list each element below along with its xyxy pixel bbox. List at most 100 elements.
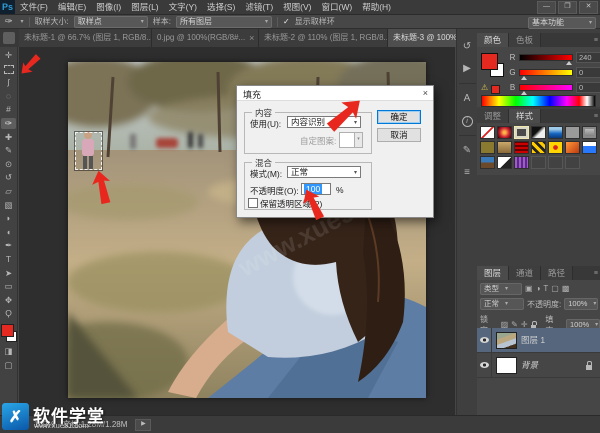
blue-value[interactable]: 0 bbox=[576, 82, 600, 93]
brush-tool[interactable]: ✎ bbox=[1, 145, 16, 156]
blue-slider[interactable] bbox=[519, 84, 573, 91]
gradient-tool[interactable]: ▧ bbox=[1, 200, 16, 211]
style-swatch-empty[interactable] bbox=[548, 156, 563, 169]
path-select-tool[interactable]: ➤ bbox=[1, 268, 16, 279]
layer-name[interactable]: 图层 1 bbox=[521, 334, 545, 346]
crop-tool[interactable]: # bbox=[1, 104, 16, 115]
layer-row-selected[interactable]: 图层 1 bbox=[477, 328, 600, 353]
layer-thumbnail[interactable] bbox=[496, 357, 517, 374]
style-swatch[interactable] bbox=[480, 156, 495, 169]
layer-opacity-dropdown[interactable]: 100%▾ bbox=[564, 298, 598, 310]
color-swatches[interactable] bbox=[1, 324, 17, 342]
gamut-swatch[interactable] bbox=[491, 85, 500, 94]
opacity-input[interactable]: 100 bbox=[301, 183, 331, 195]
menu-edit[interactable]: 编辑(E) bbox=[53, 0, 91, 14]
panel-menu-icon[interactable]: ≡ bbox=[594, 113, 598, 120]
green-value[interactable]: 0 bbox=[576, 67, 600, 78]
checkbox-checked-icon[interactable]: ✓ bbox=[283, 17, 290, 26]
move-tool[interactable]: ✛ bbox=[1, 50, 16, 61]
blend-mode-dropdown[interactable]: 正常▾ bbox=[480, 298, 524, 310]
quick-select-tool[interactable]: ◌ bbox=[1, 91, 16, 102]
document-tab[interactable]: 0.jpg @ 100%(RGB/8#...× bbox=[152, 29, 259, 47]
filter-type-icon[interactable]: T bbox=[543, 284, 548, 294]
style-swatch[interactable] bbox=[548, 141, 563, 154]
style-swatch[interactable] bbox=[514, 156, 529, 169]
info-panel-icon[interactable]: i bbox=[459, 113, 476, 128]
actions-panel-icon[interactable]: ▶ bbox=[459, 61, 476, 76]
mode-dropdown[interactable]: 正常▾ bbox=[287, 166, 361, 178]
zoom-tool[interactable]: Ϙ bbox=[1, 308, 16, 319]
tab-close-icon[interactable]: × bbox=[249, 29, 254, 47]
style-swatch[interactable] bbox=[531, 141, 546, 154]
status-menu-icon[interactable]: ▶ bbox=[135, 419, 151, 431]
menu-help[interactable]: 帮助(H) bbox=[357, 0, 396, 14]
visibility-toggle[interactable] bbox=[477, 353, 492, 377]
visibility-toggle[interactable] bbox=[477, 328, 492, 352]
green-slider[interactable] bbox=[519, 69, 573, 76]
blur-tool[interactable]: ◗ bbox=[1, 213, 16, 224]
workspace-dropdown[interactable]: 基本功能▾ bbox=[528, 17, 596, 29]
foreground-color-swatch[interactable] bbox=[481, 53, 498, 70]
layer-thumbnail[interactable] bbox=[496, 332, 517, 349]
sample-size-dropdown[interactable]: 取样点▾ bbox=[74, 16, 148, 28]
hand-tool[interactable]: ✥ bbox=[1, 295, 16, 306]
style-swatch[interactable] bbox=[582, 141, 597, 154]
maximize-button[interactable]: ❐ bbox=[558, 1, 577, 14]
filter-adjustment-icon[interactable]: ◑ bbox=[536, 284, 541, 294]
style-swatch-selected[interactable] bbox=[514, 126, 529, 139]
style-swatch[interactable] bbox=[565, 141, 580, 154]
tab-layers[interactable]: 图层 bbox=[477, 266, 509, 280]
healing-brush-tool[interactable]: ✚ bbox=[1, 132, 16, 143]
clone-stamp-tool[interactable]: ⊙ bbox=[1, 159, 16, 170]
layer-name[interactable]: 背景 bbox=[521, 359, 538, 371]
layer-row-background[interactable]: 背景 bbox=[477, 353, 600, 378]
gamut-warning-icon[interactable]: ⚠ bbox=[481, 83, 488, 92]
tab-adjustments[interactable]: 调整 bbox=[477, 109, 509, 123]
color-spectrum-ramp[interactable] bbox=[481, 95, 596, 107]
tab-paths[interactable]: 路径 bbox=[541, 266, 573, 280]
menu-image[interactable]: 图像(I) bbox=[91, 0, 126, 14]
ok-button[interactable]: 确定 bbox=[377, 110, 421, 124]
tab-swatches[interactable]: 色板 bbox=[509, 33, 541, 47]
style-swatch[interactable] bbox=[480, 141, 495, 154]
foreground-color-swatch[interactable] bbox=[1, 324, 14, 337]
style-swatch-empty[interactable] bbox=[565, 156, 580, 169]
preserve-transparency-checkbox[interactable] bbox=[248, 198, 258, 208]
filter-smart-icon[interactable]: ▩ bbox=[562, 284, 570, 294]
style-swatch[interactable] bbox=[497, 126, 512, 139]
dialog-close-icon[interactable]: × bbox=[423, 88, 428, 98]
style-swatch[interactable] bbox=[480, 126, 495, 139]
close-button[interactable]: ✕ bbox=[579, 1, 598, 14]
style-swatch[interactable] bbox=[548, 126, 563, 139]
style-swatch[interactable] bbox=[497, 156, 512, 169]
pen-tool[interactable]: ✒ bbox=[1, 240, 16, 251]
menu-filter[interactable]: 滤镜(T) bbox=[240, 0, 278, 14]
tab-styles[interactable]: 样式 bbox=[509, 109, 541, 123]
screen-mode-button[interactable]: ▢ bbox=[1, 360, 16, 371]
filter-type-dropdown[interactable]: 类型▾ bbox=[480, 283, 522, 295]
sample-dropdown[interactable]: 所有图层▾ bbox=[176, 16, 272, 28]
filter-pixel-icon[interactable]: ▣ bbox=[525, 284, 533, 294]
document-tab[interactable]: 未标题-1 @ 66.7% (图层 1, RGB/8...× bbox=[19, 29, 152, 47]
type-tool[interactable]: T bbox=[1, 254, 16, 265]
panel-menu-icon[interactable]: ≡ bbox=[594, 270, 598, 277]
chevron-down-icon[interactable]: ▾ bbox=[21, 18, 24, 25]
dodge-tool[interactable]: ◖ bbox=[1, 227, 16, 238]
quick-mask-button[interactable]: ◨ bbox=[1, 346, 16, 357]
menu-layer[interactable]: 图层(L) bbox=[126, 0, 163, 14]
style-swatch[interactable] bbox=[582, 126, 597, 139]
menu-select[interactable]: 选择(S) bbox=[202, 0, 240, 14]
menu-view[interactable]: 视图(V) bbox=[278, 0, 316, 14]
shape-tool[interactable]: ▭ bbox=[1, 281, 16, 292]
document-tab[interactable]: 未标题-2 @ 110% (图层 1, RGB/8...× bbox=[259, 29, 388, 47]
panel-menu-icon[interactable]: ≡ bbox=[594, 37, 598, 44]
menu-window[interactable]: 窗口(W) bbox=[317, 0, 358, 14]
tab-color[interactable]: 颜色 bbox=[477, 33, 509, 47]
presets-panel-icon[interactable]: ≡ bbox=[459, 165, 476, 180]
style-swatch-empty[interactable] bbox=[531, 156, 546, 169]
tab-channels[interactable]: 通道 bbox=[509, 266, 541, 280]
history-brush-tool[interactable]: ↺ bbox=[1, 172, 16, 183]
red-slider[interactable] bbox=[519, 54, 573, 61]
brush-panel-icon[interactable]: ✎ bbox=[459, 143, 476, 158]
eraser-tool[interactable]: ▱ bbox=[1, 186, 16, 197]
